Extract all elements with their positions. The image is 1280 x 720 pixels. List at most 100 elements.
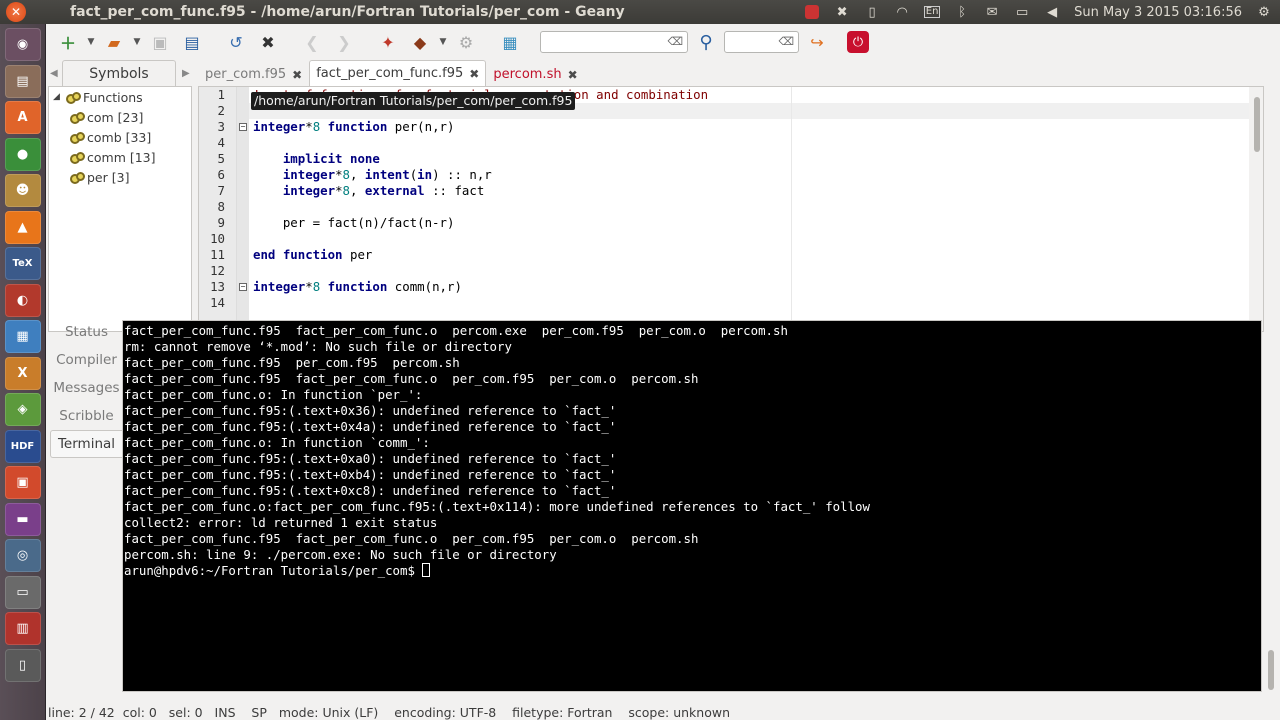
geany-icon[interactable]: ◈: [4, 393, 41, 426]
status-ins: INS: [214, 704, 236, 720]
status-mode: mode: Unix (LF): [278, 704, 379, 720]
software-center-icon[interactable]: A: [4, 101, 41, 134]
gimp-icon[interactable]: ☻: [4, 174, 41, 207]
jump-to-line-icon[interactable]: ↪: [803, 28, 831, 56]
terminal-line: fact_per_com_func.f95:(.text+0xa0): unde…: [124, 451, 617, 466]
revert-icon[interactable]: ↺: [222, 28, 250, 56]
navigate-back-icon[interactable]: ❮: [298, 28, 326, 56]
tree-node-symbol[interactable]: per [3]: [49, 167, 191, 187]
execute-gears-icon[interactable]: ⚙: [452, 28, 480, 56]
trash-drive-icon[interactable]: ▥: [4, 612, 41, 645]
dash-icon[interactable]: ◉: [4, 28, 41, 61]
close-tab-icon[interactable]: ✖: [469, 67, 479, 81]
wifi-icon[interactable]: ◠: [894, 4, 910, 20]
close-tab-icon[interactable]: ✖: [568, 68, 578, 82]
ubuntu-one-icon[interactable]: ◐: [4, 283, 41, 317]
navigate-forward-icon[interactable]: ❯: [330, 28, 358, 56]
tree-node-symbol[interactable]: comm [13]: [49, 147, 191, 167]
impress-icon[interactable]: ▣: [4, 466, 41, 499]
tree-node-symbol[interactable]: comb [33]: [49, 127, 191, 147]
code-line-9: per = fact(n)/fact(n-r): [253, 215, 455, 230]
build-icon[interactable]: ◆: [406, 28, 434, 56]
printer-icon[interactable]: ▯: [4, 648, 41, 682]
open-file-icon[interactable]: ▰: [100, 28, 128, 56]
terminal-line: fact_per_com_func.f95 per_com.f95 percom…: [124, 355, 460, 370]
tab-symbols[interactable]: Symbols: [62, 60, 176, 86]
tex-icon[interactable]: TeX: [4, 247, 41, 280]
status-sp: SP: [251, 704, 267, 720]
keyboard-layout-icon[interactable]: En: [924, 6, 941, 18]
compile-icon[interactable]: ✦: [374, 28, 402, 56]
tab-label: percom.sh: [493, 67, 562, 82]
clear-goto-icon[interactable]: ⌫: [778, 35, 794, 48]
hdf-icon[interactable]: HDF: [4, 429, 41, 463]
vlc-icon[interactable]: ▲: [4, 210, 41, 244]
quit-icon[interactable]: ⏻: [847, 31, 869, 53]
code-editor[interactable]: 1234567891011121314 ! set of functions f…: [198, 86, 1264, 332]
terminal-scroll-thumb[interactable]: [1268, 650, 1274, 690]
collapse-arrow-icon[interactable]: ◢: [53, 92, 65, 102]
tab-messages[interactable]: Messages: [50, 374, 122, 402]
editor-scrollbar[interactable]: [1249, 87, 1263, 331]
terminal-scrollbar[interactable]: [1264, 320, 1278, 692]
color-chooser-icon[interactable]: ▦: [496, 28, 524, 56]
usb-drive-icon[interactable]: ▭: [4, 575, 41, 609]
terminal-prompt: arun@hpdv6:~/Fortran Tutorials/per_com$: [124, 563, 423, 578]
tab-compiler[interactable]: Compiler: [50, 346, 122, 374]
tree-node-symbol[interactable]: com [23]: [49, 107, 191, 127]
tab-terminal[interactable]: Terminal: [50, 430, 122, 458]
system-tray: ✖ ▯ ◠ En ᛒ ✉ ▭ ◀ Sun May 3 2015 03:16:56…: [804, 0, 1272, 24]
tree-node-functions[interactable]: ◢ Functions: [49, 87, 191, 107]
new-file-icon[interactable]: ＋: [54, 28, 82, 56]
tab-document[interactable]: percom.sh ✖: [486, 62, 584, 86]
dropbox-icon[interactable]: ✖: [834, 4, 850, 20]
editor-scroll-thumb[interactable]: [1254, 97, 1260, 152]
top-panel: ✕ fact_per_com_func.f95 - /home/arun/For…: [0, 0, 1280, 24]
tab-document[interactable]: fact_per_com_func.f95 ✖: [309, 60, 487, 86]
message-tabs: Status Compiler Messages Scribble Terminal: [50, 318, 122, 458]
code-line-3: integer*8 function per(n,r): [253, 119, 455, 134]
fold-toggle-icon[interactable]: −: [239, 283, 247, 291]
fold-toggle-icon[interactable]: −: [239, 123, 247, 131]
search-icon[interactable]: ⚲: [692, 28, 720, 56]
terminal[interactable]: fact_per_com_func.f95 fact_per_com_func.…: [122, 320, 1262, 692]
terminal-line: collect2: error: ld returned 1 exit stat…: [124, 515, 438, 530]
files-icon[interactable]: ▤: [4, 64, 41, 98]
disk-icon[interactable]: ◎: [4, 539, 41, 572]
clipboard-icon[interactable]: ▯: [864, 4, 880, 20]
tab-label: fact_per_com_func.f95: [316, 66, 464, 81]
battery-icon[interactable]: ▭: [1014, 4, 1030, 20]
terminal-line: fact_per_com_func.f95:(.text+0xb4): unde…: [124, 467, 617, 482]
search-input[interactable]: ⌫: [540, 31, 688, 53]
close-tab-icon[interactable]: ✖: [292, 68, 302, 82]
sidebar-prev-arrow-icon[interactable]: ◀: [50, 68, 60, 79]
workspaces-icon[interactable]: ▦: [4, 320, 41, 353]
close-file-icon[interactable]: ✖: [254, 28, 282, 56]
chrome-icon[interactable]: ●: [4, 137, 41, 171]
power-gear-icon[interactable]: ⚙: [1256, 4, 1272, 20]
volume-icon[interactable]: ◀: [1044, 4, 1060, 20]
tab-status[interactable]: Status: [50, 318, 122, 346]
mail-icon[interactable]: ✉: [984, 4, 1000, 20]
tree-node-label: Functions: [83, 89, 143, 105]
bluetooth-icon[interactable]: ᛒ: [954, 4, 970, 20]
record-icon[interactable]: [804, 4, 820, 20]
clock[interactable]: Sun May 3 2015 03:16:56: [1074, 5, 1242, 20]
status-scope: scope: unknown: [628, 704, 731, 720]
save-all-icon[interactable]: ▤: [178, 28, 206, 56]
terminal-line: percom.sh: line 9: ./percom.exe: No such…: [124, 547, 557, 562]
save-icon[interactable]: ▣: [146, 28, 174, 56]
tab-scribble[interactable]: Scribble: [50, 402, 122, 430]
build-menu-arrow-icon[interactable]: ▼: [438, 28, 448, 56]
recent-files-arrow-icon[interactable]: ▼: [132, 28, 142, 56]
tree-node-label: com [23]: [87, 109, 144, 125]
xfig-icon[interactable]: X: [4, 356, 41, 390]
new-from-template-arrow-icon[interactable]: ▼: [86, 28, 96, 56]
close-window-button[interactable]: ✕: [6, 2, 26, 22]
sidebar-next-arrow-icon[interactable]: ▶: [182, 68, 192, 79]
clear-search-icon[interactable]: ⌫: [667, 35, 683, 48]
goto-line-input[interactable]: ⌫: [724, 31, 799, 53]
tab-document[interactable]: per_com.f95 ✖: [198, 62, 309, 86]
media-icon[interactable]: ▬: [4, 502, 41, 536]
tree-node-label: comb [33]: [87, 129, 152, 145]
